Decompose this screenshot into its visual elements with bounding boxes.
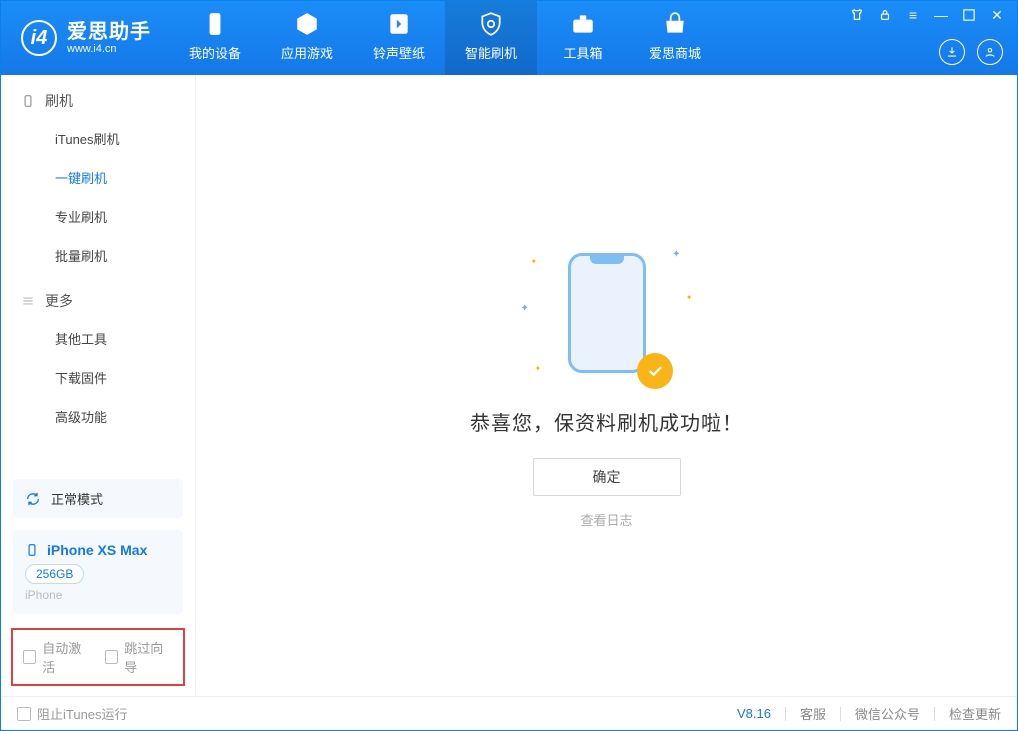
download-icon[interactable] bbox=[939, 39, 965, 65]
separator bbox=[934, 707, 935, 721]
tab-label: 应用游戏 bbox=[281, 43, 333, 62]
check-badge-icon bbox=[637, 353, 673, 389]
checkbox-icon bbox=[23, 650, 36, 664]
music-icon bbox=[386, 11, 412, 37]
tab-my-device[interactable]: 我的设备 bbox=[169, 1, 261, 75]
logo: i4 爱思助手 www.i4.cn bbox=[1, 1, 169, 75]
separator bbox=[840, 707, 841, 721]
sidebar: 刷机 iTunes刷机 一键刷机 专业刷机 批量刷机 更多 其他工具 下载固件 … bbox=[1, 75, 196, 696]
tab-label: 智能刷机 bbox=[465, 43, 517, 62]
checkbox-icon bbox=[105, 650, 118, 664]
wechat-link[interactable]: 微信公众号 bbox=[855, 704, 920, 723]
version-label: V8.16 bbox=[737, 706, 771, 721]
checkbox-auto-activate[interactable]: 自动激活 bbox=[23, 638, 91, 676]
tab-label: 铃声壁纸 bbox=[373, 43, 425, 62]
app-window: i4 爱思助手 www.i4.cn 我的设备 应用游戏 铃声壁纸 智能刷机 bbox=[0, 0, 1018, 731]
tab-toolbox[interactable]: 工具箱 bbox=[537, 1, 629, 75]
tab-store[interactable]: 爱思商城 bbox=[629, 1, 721, 75]
support-link[interactable]: 客服 bbox=[800, 704, 826, 723]
sidebar-group-title: 更多 bbox=[45, 291, 73, 311]
toolbox-icon bbox=[570, 11, 596, 37]
checkbox-label: 阻止iTunes运行 bbox=[37, 704, 128, 723]
tab-label: 爱思商城 bbox=[649, 43, 701, 62]
tab-smart-flash[interactable]: 智能刷机 bbox=[445, 1, 537, 75]
statusbar: 阻止iTunes运行 V8.16 客服 微信公众号 检查更新 bbox=[1, 696, 1017, 730]
phone-illustration bbox=[568, 253, 646, 373]
sidebar-group-title: 刷机 bbox=[45, 91, 73, 111]
success-illustration: ✦ ✦ ✦ ✦ ✦ bbox=[517, 243, 697, 383]
maximize-button[interactable] bbox=[961, 7, 977, 23]
menu-icon[interactable]: ≡ bbox=[905, 7, 921, 23]
body: 刷机 iTunes刷机 一键刷机 专业刷机 批量刷机 更多 其他工具 下载固件 … bbox=[1, 75, 1017, 696]
mode-card[interactable]: 正常模式 bbox=[13, 479, 183, 518]
device-icon bbox=[21, 94, 35, 108]
cube-icon bbox=[294, 11, 320, 37]
sparkle-icon: ✦ bbox=[531, 257, 538, 266]
sidebar-item-download-firmware[interactable]: 下载固件 bbox=[1, 358, 195, 397]
close-button[interactable]: ✕ bbox=[989, 7, 1005, 23]
minimize-button[interactable]: — bbox=[933, 7, 949, 23]
tab-label: 工具箱 bbox=[563, 43, 602, 62]
sidebar-item-itunes-flash[interactable]: iTunes刷机 bbox=[1, 119, 195, 158]
device-capacity: 256GB bbox=[25, 564, 84, 584]
sparkle-icon: ✦ bbox=[521, 303, 529, 314]
sidebar-item-one-click-flash[interactable]: 一键刷机 bbox=[1, 158, 195, 197]
main-content: ✦ ✦ ✦ ✦ ✦ 恭喜您，保资料刷机成功啦！ 确定 查看日志 bbox=[196, 75, 1017, 696]
app-title: 爱思助手 bbox=[67, 21, 151, 43]
sidebar-item-batch-flash[interactable]: 批量刷机 bbox=[1, 236, 195, 275]
phone-icon bbox=[25, 543, 39, 557]
device-type: iPhone bbox=[25, 588, 171, 602]
nav-tabs: 我的设备 应用游戏 铃声壁纸 智能刷机 工具箱 爱思商城 bbox=[169, 1, 721, 75]
sidebar-item-advanced[interactable]: 高级功能 bbox=[1, 397, 195, 436]
sidebar-item-pro-flash[interactable]: 专业刷机 bbox=[1, 197, 195, 236]
mode-label: 正常模式 bbox=[51, 489, 103, 508]
device-name: iPhone XS Max bbox=[47, 542, 147, 558]
checkbox-label: 自动激活 bbox=[42, 638, 91, 676]
sidebar-group-flash: 刷机 bbox=[1, 75, 195, 119]
window-controls: ≡ — ✕ bbox=[849, 7, 1005, 23]
view-log-link[interactable]: 查看日志 bbox=[580, 510, 632, 529]
checkbox-label: 跳过向导 bbox=[124, 638, 173, 676]
phone-icon bbox=[202, 11, 228, 37]
checkbox-icon bbox=[17, 707, 31, 721]
ok-button[interactable]: 确定 bbox=[533, 458, 681, 496]
list-icon bbox=[21, 294, 35, 308]
success-message: 恭喜您，保资料刷机成功啦！ bbox=[470, 407, 743, 436]
separator bbox=[785, 707, 786, 721]
sidebar-group-more: 更多 bbox=[1, 275, 195, 319]
sidebar-item-other-tools[interactable]: 其他工具 bbox=[1, 319, 195, 358]
tab-label: 我的设备 bbox=[189, 43, 241, 62]
header-actions bbox=[939, 39, 1003, 65]
user-icon[interactable] bbox=[977, 39, 1003, 65]
shield-refresh-icon bbox=[478, 11, 504, 37]
device-card[interactable]: iPhone XS Max 256GB iPhone bbox=[13, 530, 183, 614]
refresh-icon bbox=[25, 491, 41, 507]
checkbox-skip-guide[interactable]: 跳过向导 bbox=[105, 638, 173, 676]
logo-icon: i4 bbox=[21, 20, 57, 56]
flash-options-highlight: 自动激活 跳过向导 bbox=[11, 628, 185, 686]
tshirt-icon[interactable] bbox=[849, 7, 865, 23]
check-update-link[interactable]: 检查更新 bbox=[949, 704, 1001, 723]
sparkle-icon: ✦ bbox=[535, 364, 542, 373]
checkbox-block-itunes[interactable]: 阻止iTunes运行 bbox=[17, 704, 128, 723]
sparkle-icon: ✦ bbox=[672, 249, 680, 260]
store-icon bbox=[662, 11, 688, 37]
lock-icon[interactable] bbox=[877, 7, 893, 23]
titlebar: i4 爱思助手 www.i4.cn 我的设备 应用游戏 铃声壁纸 智能刷机 bbox=[1, 1, 1017, 75]
app-subtitle: www.i4.cn bbox=[67, 43, 151, 55]
tab-ringtones-wallpapers[interactable]: 铃声壁纸 bbox=[353, 1, 445, 75]
sparkle-icon: ✦ bbox=[686, 293, 693, 302]
tab-apps-games[interactable]: 应用游戏 bbox=[261, 1, 353, 75]
